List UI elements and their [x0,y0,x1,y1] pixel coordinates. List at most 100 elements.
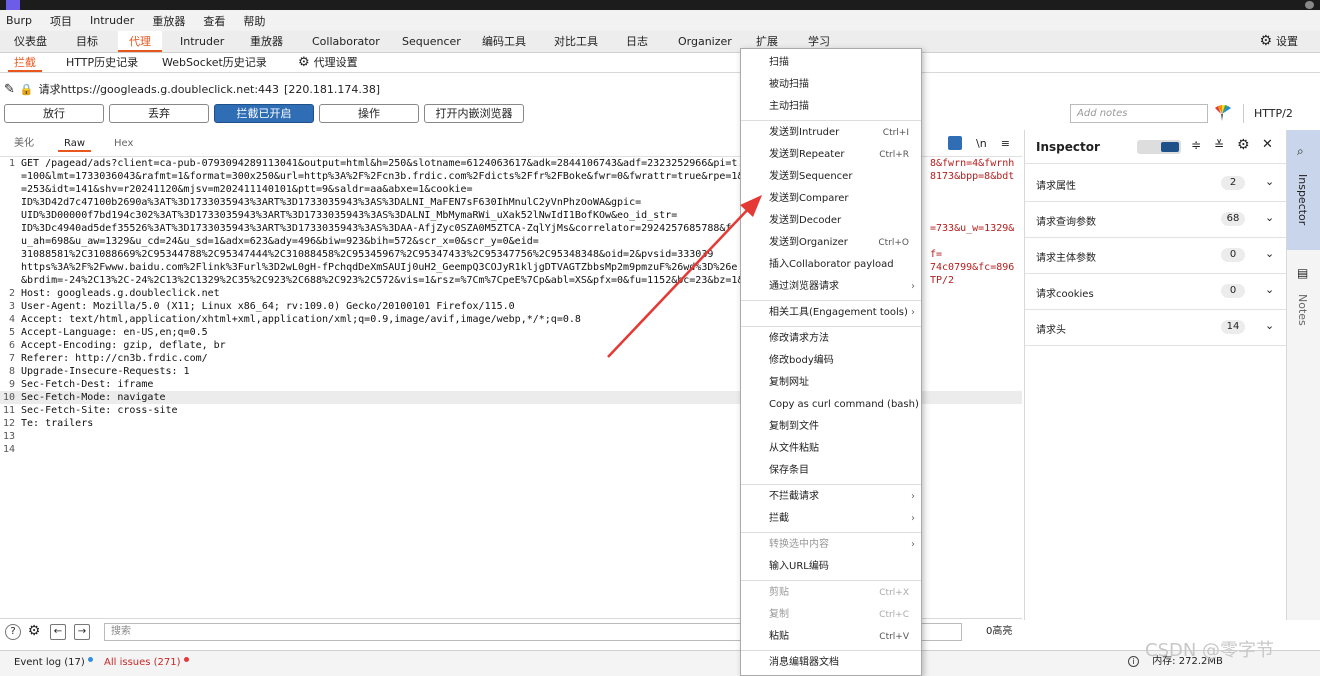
context-menu-item[interactable]: 扫描 [741,53,921,73]
menu-item-label: 从文件粘贴 [769,443,819,454]
menu-item-label: 相关工具(Engagement tools) [769,307,908,318]
event-log-link[interactable]: Event log (17) [14,651,93,676]
line-text: Host: googleads.g.doubleclick.net [21,288,220,299]
http-version-selector[interactable]: HTTP/2 [1243,104,1293,123]
context-menu-item[interactable]: 消息编辑器文档 [741,653,921,673]
tab-target[interactable]: 目标 [68,31,106,52]
pencil-icon[interactable]: ✎ [4,82,15,97]
inspector-panel: Inspector ≑ ≚ ⚙ ✕ 请求属性 2 ⌄ 请求查询参数 68 ⌄ 请… [1024,130,1287,620]
close-icon[interactable]: ✕ [1262,137,1273,152]
sidebar-tab-notes[interactable]: ▤ Notes [1287,258,1320,338]
inspector-query-params[interactable]: 请求查询参数 68 ⌄ [1025,202,1287,238]
line-number: 2 [8,288,15,299]
menu-shortcut: Ctrl+V [879,632,909,642]
menu-intruder[interactable]: Intruder [90,14,134,27]
tab-collaborator[interactable]: Collaborator [304,31,388,52]
notes-icon: ▤ [1297,266,1309,280]
inspector-row-count: 0 [1221,284,1245,298]
context-menu-item[interactable]: 发送到Repeater Ctrl+R [741,145,921,165]
sidebar-inspector-label: Inspector [1296,174,1309,226]
menu-separator [741,484,921,485]
context-menu-item[interactable]: 从文件粘贴 [741,439,921,459]
tab-hex[interactable]: Hex [108,135,139,152]
tab-pretty[interactable]: 美化 [8,135,40,152]
menu-separator [741,650,921,651]
forward-button[interactable]: 放行 [4,104,104,123]
context-menu-item[interactable]: Copy as curl command (bash) [741,395,921,415]
line-text-overflow: =733&u_w=1329& [930,223,1015,234]
inspector-body-params[interactable]: 请求主体参数 0 ⌄ [1025,238,1287,274]
line-number: 14 [2,444,15,455]
context-menu-item[interactable]: 不拦截请求 › [741,487,921,507]
tab-raw[interactable]: Raw [58,135,92,152]
inspector-row-label: 请求主体参数 [1036,253,1096,264]
line-text: =100&lmt=1733036043&rafmt=1&format=300x2… [21,171,744,182]
line-text: u_ah=698&u_aw=1329&u_cd=24&u_sd=1&adx=62… [21,236,539,247]
sort-icon[interactable]: ≑ [1191,138,1201,152]
tab-sequencer[interactable]: Sequencer [394,31,469,52]
show-nonprintable-icon[interactable] [948,136,962,150]
title-bar [0,0,1320,10]
intercept-toggle-button[interactable]: 拦截已开启 [214,104,314,123]
context-menu-item[interactable]: 复制网址 [741,373,921,393]
inspector-row-label: 请求查询参数 [1036,217,1096,228]
inspector-cookies[interactable]: 请求cookies 0 ⌄ [1025,274,1287,310]
context-menu-item[interactable]: 发送到Sequencer [741,167,921,187]
newline-toggle-icon[interactable]: \n [976,137,987,150]
line-text-overflow: f= [930,249,943,260]
inspector-request-attributes[interactable]: 请求属性 2 ⌄ [1025,166,1287,202]
notes-input[interactable]: Add notes [1070,104,1208,123]
editor-menu-icon[interactable]: ≡ [1001,137,1010,150]
tab-intercept[interactable]: 拦截 [8,53,42,72]
gear-icon[interactable]: ⚙ [26,624,42,640]
chevron-right-icon: › [911,281,915,292]
open-browser-button[interactable]: 打开内嵌浏览器 [424,104,524,123]
context-menu-item[interactable]: 保存条目 [741,461,921,481]
tab-intruder[interactable]: Intruder [172,31,232,52]
tab-dashboard[interactable]: 仪表盘 [6,31,55,52]
context-menu-item[interactable]: 被动扫描 [741,75,921,95]
window-control-icon[interactable] [1305,1,1314,9]
gear-icon[interactable]: ⚙ [1237,137,1250,153]
arrow-left-icon[interactable]: ← [50,624,66,640]
context-menu-item[interactable]: 输入URL编码 [741,557,921,577]
context-menu-item[interactable]: 主动扫描 [741,97,921,117]
sidebar-tab-inspector[interactable]: ⌕ Inspector [1287,130,1320,250]
tab-repeater[interactable]: 重放器 [242,31,291,52]
inspector-headers[interactable]: 请求头 14 ⌄ [1025,310,1287,346]
tab-comparer[interactable]: 对比工具 [546,31,606,52]
arrow-right-icon[interactable]: → [74,624,90,640]
tab-decoder[interactable]: 编码工具 [474,31,534,52]
context-menu-item[interactable]: 拦截 › [741,509,921,529]
settings-button[interactable]: ⚙ 设置 [1259,31,1298,52]
tab-organizer[interactable]: Organizer [670,31,740,52]
tab-http-history[interactable]: HTTP历史记录 [60,53,144,72]
inspector-row-count: 2 [1221,176,1245,190]
menu-burp[interactable]: Burp [6,14,32,27]
all-issues-link[interactable]: All issues (271) [104,651,189,676]
menu-view[interactable]: 查看 [203,13,225,29]
action-button[interactable]: 操作 [319,104,419,123]
menu-help[interactable]: 帮助 [243,13,265,29]
highlight-color-icon[interactable] [1214,105,1232,122]
tab-logger[interactable]: 日志 [618,31,656,52]
menu-repeater[interactable]: 重放器 [152,13,185,29]
layout-toggle-icon[interactable] [1137,140,1181,154]
collapse-icon[interactable]: ≚ [1214,138,1224,152]
context-menu-item[interactable]: 发送到Intruder Ctrl+I [741,123,921,143]
line-number: 8 [8,366,15,377]
tab-proxy[interactable]: 代理 [118,31,162,52]
tab-websocket-history[interactable]: WebSocket历史记录 [156,53,273,72]
context-menu-item[interactable]: 粘贴 Ctrl+V [741,627,921,647]
status-bar: Event log (17) All issues (271) [0,650,1320,676]
line-text-overflow: 8&fwrn=4&fwrnh [930,158,1015,169]
line-text-overflow: 74c0799&fc=896 [930,262,1015,273]
menu-item-label: 剪贴 [769,587,789,598]
drop-button[interactable]: 丢弃 [109,104,209,123]
context-menu-item[interactable]: 复制到文件 [741,417,921,437]
menu-separator [741,120,921,121]
line-number: 13 [2,431,15,442]
help-icon[interactable]: ? [5,624,21,640]
menu-project[interactable]: 项目 [50,13,72,29]
tab-proxy-settings[interactable]: ⚙ 代理设置 [292,53,364,72]
